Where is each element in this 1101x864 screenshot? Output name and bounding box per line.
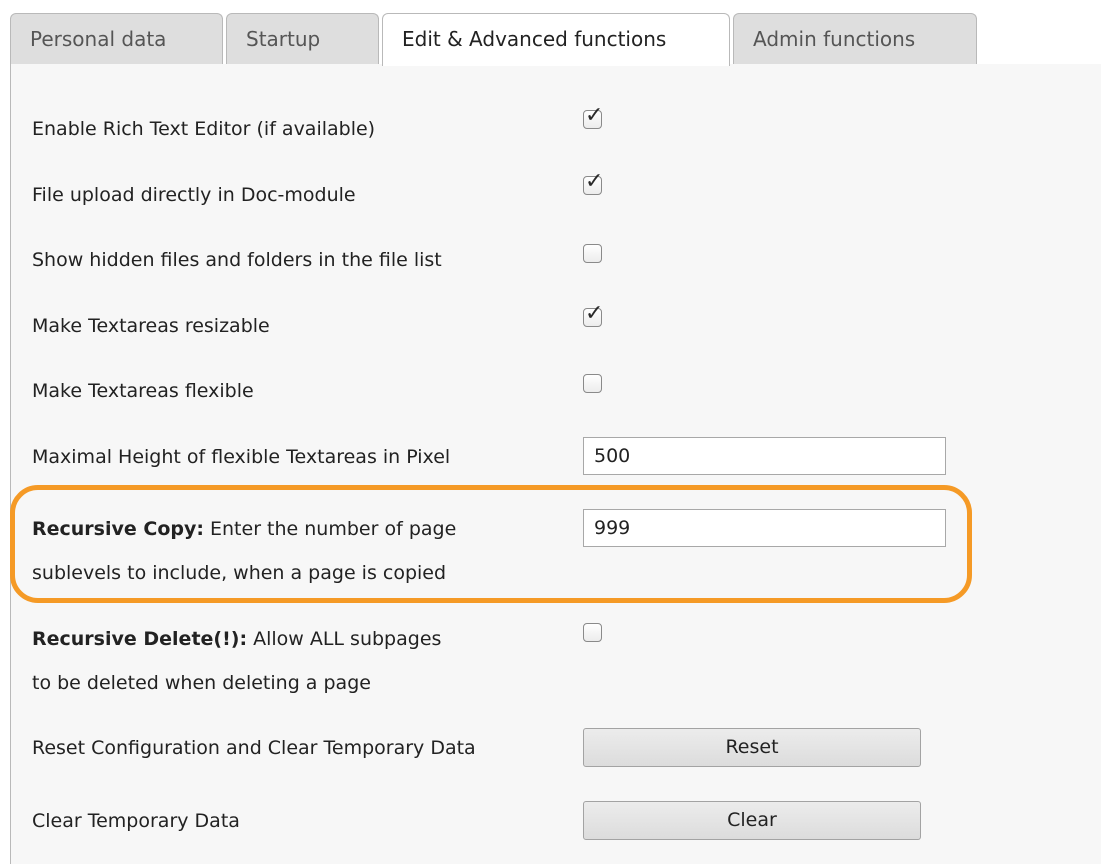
recursive-delete-text: Allow ALL subpages xyxy=(247,628,442,650)
tab-startup[interactable]: Startup xyxy=(226,13,379,64)
recursive-delete-title: Recursive Delete(!): xyxy=(32,628,248,650)
clear-button[interactable]: Clear xyxy=(583,801,921,840)
recursive-delete-label-line2: to be deleted when deleting a page xyxy=(32,672,371,694)
max-height-label: Maximal Height of flexible Textareas in … xyxy=(32,446,451,468)
textarea-resizable-checkbox[interactable]: ✓ xyxy=(583,303,603,327)
tab-bar: Personal data Startup Edit & Advanced fu… xyxy=(0,0,1101,66)
checkmark-icon: ✓ xyxy=(585,103,604,128)
tab-edit-advanced-functions[interactable]: Edit & Advanced functions xyxy=(382,13,730,66)
recursive-delete-label-line1: Recursive Delete(!): Allow ALL subpages xyxy=(32,617,441,662)
recursive-copy-label-line2: sublevels to include, when a page is cop… xyxy=(32,562,447,584)
recursive-delete-checkbox[interactable] xyxy=(583,623,602,642)
clear-temp-label: Clear Temporary Data xyxy=(32,810,240,832)
max-height-input[interactable] xyxy=(583,437,946,475)
recursive-copy-text: Enter the number of page xyxy=(203,518,457,540)
recursive-copy-label-line1: Recursive Copy: Enter the number of page xyxy=(32,507,456,552)
textarea-resizable-label: Make Textareas resizable xyxy=(32,315,270,337)
textarea-flexible-label: Make Textareas flexible xyxy=(32,380,254,402)
textarea-flexible-checkbox[interactable] xyxy=(583,374,602,393)
file-upload-label: File upload directly in Doc-module xyxy=(32,184,356,206)
tab-personal-data[interactable]: Personal data xyxy=(10,13,223,64)
file-upload-checkbox[interactable]: ✓ xyxy=(583,171,603,195)
reset-button[interactable]: Reset xyxy=(583,728,921,767)
rich-text-editor-label: Enable Rich Text Editor (if available) xyxy=(32,118,376,140)
checkmark-icon: ✓ xyxy=(585,169,604,194)
tab-admin-functions[interactable]: Admin functions xyxy=(733,13,977,64)
reset-config-label: Reset Configuration and Clear Temporary … xyxy=(32,737,476,759)
hidden-files-checkbox[interactable] xyxy=(583,244,602,263)
recursive-copy-input[interactable] xyxy=(583,509,946,547)
recursive-copy-title: Recursive Copy: xyxy=(32,518,204,540)
hidden-files-label: Show hidden files and folders in the fil… xyxy=(32,249,442,271)
checkmark-icon: ✓ xyxy=(585,301,604,326)
rich-text-editor-checkbox[interactable]: ✓ xyxy=(583,105,603,129)
